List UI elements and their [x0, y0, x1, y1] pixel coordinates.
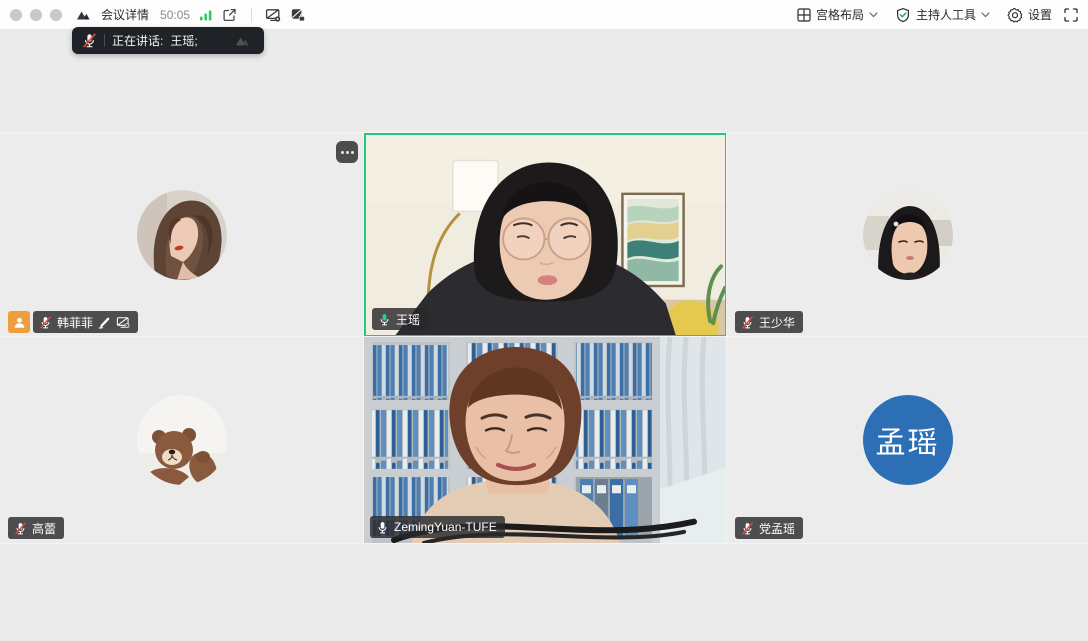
nametag-row: 韩菲菲	[8, 311, 138, 333]
participant-tile-wangyao[interactable]: 王瑶	[364, 133, 727, 337]
host-person-icon	[13, 316, 26, 329]
meeting-timer: 50:05	[160, 8, 190, 22]
annotation-pen-icon	[98, 316, 111, 329]
grid-layout-label: 宫格布局	[816, 6, 864, 23]
nametag: 王少华	[735, 311, 803, 333]
screen-share-disabled-icon[interactable]	[265, 7, 281, 23]
nametag-row: ZemingYuan-TUFE	[370, 516, 505, 538]
nametag: 韩菲菲	[33, 311, 138, 333]
record-lock-icon[interactable]	[290, 7, 306, 23]
participant-name: 韩菲菲	[57, 314, 93, 331]
avatar-initials: 孟瑶	[863, 395, 953, 485]
mic-muted-icon	[39, 316, 52, 329]
participant-tile-dangmengyao[interactable]: 孟瑶 党孟瑶	[727, 337, 1088, 543]
participant-tile-hanfeifei[interactable]: 韩菲菲	[0, 133, 364, 337]
mic-on-icon	[376, 521, 389, 534]
gear-icon	[1007, 7, 1023, 23]
avatar-photo-wangshaohua	[863, 190, 953, 280]
screen-share-disabled-icon	[116, 316, 130, 329]
avatar-wrap	[0, 337, 364, 543]
participant-name: ZemingYuan-TUFE	[394, 520, 497, 534]
settings-button[interactable]: 设置	[1002, 6, 1057, 23]
settings-label: 设置	[1028, 6, 1052, 23]
nametag-row: 党孟瑶	[735, 517, 803, 539]
avatar-photo-hanfeifei	[137, 190, 227, 280]
avatar-wrap	[0, 133, 364, 337]
participant-tile-zemingyuan[interactable]: ZemingYuan-TUFE	[364, 337, 727, 543]
fullscreen-icon[interactable]	[1064, 8, 1078, 22]
grid-layout-button[interactable]: 宫格布局	[792, 6, 883, 23]
speaking-toast-label: 正在讲话:	[112, 32, 163, 49]
window-minimize-button[interactable]	[30, 9, 42, 21]
traffic-lights[interactable]	[10, 9, 62, 21]
video-feed-zemingyuan	[364, 337, 727, 543]
window-close-button[interactable]	[10, 9, 22, 21]
participant-name: 王瑶	[396, 311, 420, 328]
participant-tile-gaolei[interactable]: 高蕾	[0, 337, 364, 543]
host-tools-label: 主持人工具	[916, 6, 976, 23]
watermark-logo-icon	[232, 33, 254, 49]
titlebar-left: 会议详情 50:05	[76, 6, 306, 23]
nametag: 高蕾	[8, 517, 64, 539]
titlebar-right: 宫格布局 主持人工具 设置	[792, 6, 1078, 23]
mic-speaking-icon	[378, 313, 391, 326]
titlebar-divider	[251, 8, 252, 22]
mic-muted-icon	[741, 316, 754, 329]
toast-divider	[104, 34, 105, 47]
nametag-row: 高蕾	[8, 517, 64, 539]
open-external-icon[interactable]	[222, 7, 238, 23]
speaking-toast-speaker: 王瑶;	[170, 32, 197, 49]
nametag: 党孟瑶	[735, 517, 803, 539]
nametag-row: 王瑶	[372, 308, 428, 330]
participant-name: 王少华	[759, 314, 795, 331]
avatar-wrap: 孟瑶	[727, 337, 1088, 543]
grid-layout-icon	[797, 8, 811, 22]
speaking-toast: 正在讲话: 王瑶;	[72, 27, 264, 54]
participant-tile-wangshaohua[interactable]: 王少华	[727, 133, 1088, 337]
meeting-details-link[interactable]: 会议详情	[101, 6, 149, 23]
avatar-photo-gaolei	[137, 395, 227, 485]
tile-more-button[interactable]	[336, 141, 358, 163]
mic-muted-icon	[741, 522, 754, 535]
host-tools-button[interactable]: 主持人工具	[890, 6, 995, 23]
participant-name: 党孟瑶	[759, 520, 795, 537]
meeting-stage: 韩菲菲	[0, 30, 1088, 641]
nametag: ZemingYuan-TUFE	[370, 516, 505, 538]
nametag: 王瑶	[372, 308, 428, 330]
chevron-down-icon	[869, 12, 878, 18]
video-feed-wangyao	[366, 135, 725, 335]
meeting-logo-icon	[76, 7, 92, 23]
window-zoom-button[interactable]	[50, 9, 62, 21]
mic-muted-icon	[14, 522, 27, 535]
titlebar: 会议详情 50:05	[0, 0, 1088, 30]
host-badge	[8, 311, 30, 333]
avatar-wrap	[727, 133, 1088, 337]
mic-muted-icon	[82, 33, 97, 48]
participant-name: 高蕾	[32, 520, 56, 537]
network-signal-icon	[199, 8, 213, 22]
nametag-row: 王少华	[735, 311, 803, 333]
chevron-down-icon	[981, 12, 990, 18]
host-tools-shield-icon	[895, 7, 911, 23]
participant-grid: 韩菲菲	[0, 133, 1088, 543]
